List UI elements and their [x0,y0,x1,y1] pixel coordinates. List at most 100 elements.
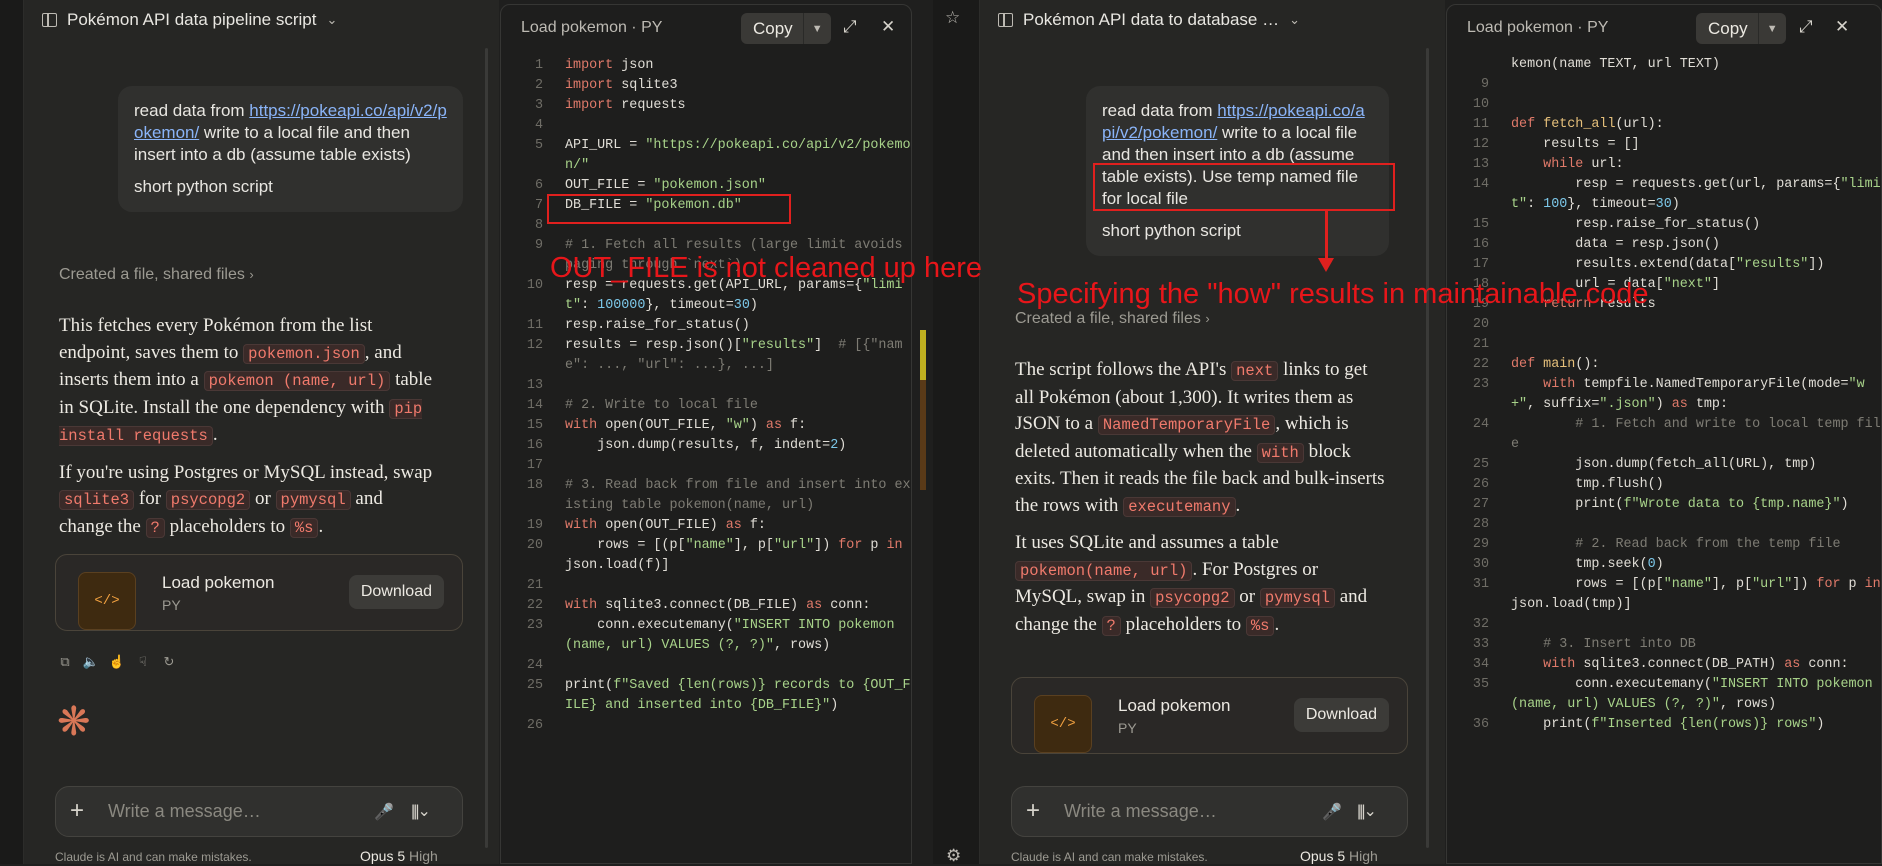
line-number: 27 [1472,497,1489,512]
claude-logo-icon: ❋ [57,700,91,744]
created-files-link[interactable]: Created a file, shared files › [59,266,254,284]
thumbs-down-icon[interactable]: ☟ [136,654,150,669]
line-source: # 3. Insert into DB [1543,637,1696,652]
line-source: print(f"Inserted {len(rows)} rows") [1511,717,1825,732]
line-number: 9 [534,238,543,253]
left-code-panel: Load pokemon · PY Copy ▼ ⤢ ✕ 1 import jso… [500,4,912,864]
line-number: 9 [1480,77,1489,92]
sidebar-toggle-icon[interactable] [42,13,57,27]
code-line: 24 [501,656,911,676]
copy-icon[interactable]: ⧉ [58,654,72,669]
download-button[interactable]: Download [1293,698,1389,732]
chevron-down-icon[interactable]: ⌄ [326,12,337,28]
star-icon[interactable]: ☆ [945,8,960,28]
line-number: 16 [1472,237,1489,252]
line-source: with open(OUT_FILE, "w") as f: [565,418,807,433]
plus-icon[interactable]: + [1026,797,1040,825]
chat-scrollbar[interactable] [1426,48,1429,848]
line-source: import json [565,58,654,73]
line-source: rows = [(p["name"], p["url"]) for p in j… [1511,577,1881,612]
line-number: 18 [526,478,543,493]
code-line: 18 # 3. Read back from file and insert in… [501,476,911,516]
code-line: 14 resp = requests.get(url, params={"lim… [1447,175,1881,215]
chevron-down-icon[interactable]: ▼ [1759,13,1786,44]
code-line: 16 data = resp.json() [1447,235,1881,255]
line-source [1489,515,1881,535]
model-selector[interactable]: Opus 5 High [1300,848,1378,864]
file-card[interactable]: </> Load pokemon PY Download [1011,677,1408,754]
line-number: 23 [1472,377,1489,392]
line-number: 5 [534,138,543,153]
retry-icon[interactable]: ↻ [162,654,176,669]
left-rail [0,0,24,864]
plus-icon[interactable]: + [70,797,84,825]
code-line: 11 resp.raise_for_status() [501,316,911,336]
message-composer[interactable]: + Write a message… 🎤 |||⌄ [55,786,463,837]
thumbs-up-icon[interactable]: ☝ [109,654,125,669]
download-button[interactable]: Download [348,575,444,609]
copy-button-group[interactable]: Copy ▼ [1696,13,1786,44]
code-panel-header: Load pokemon · PY Copy ▼ ⤢ ✕ [501,5,911,51]
copy-button-group[interactable]: Copy ▼ [741,13,831,44]
code-file-icon: </> [78,572,136,630]
settings-icon[interactable]: ⚙ [946,846,961,866]
line-number: 12 [526,338,543,353]
line-number: 23 [526,618,543,633]
message-input[interactable]: Write a message… [108,801,261,822]
message-input[interactable]: Write a message… [1064,801,1217,822]
sidebar-toggle-icon[interactable] [998,13,1013,27]
code-line: 3 import requests [501,96,911,116]
line-source: # 3. Read back from file and insert into… [565,478,911,513]
chevron-right-icon: › [249,267,254,282]
code-line: 21 [1447,335,1881,355]
code-line: 22 def main(): [1447,355,1881,375]
file-type: PY [1118,720,1137,736]
line-number: 13 [1472,157,1489,172]
voice-mode-icon[interactable]: |||⌄ [1357,801,1377,821]
close-icon[interactable]: ✕ [881,17,895,37]
microphone-icon[interactable]: 🎤 [1322,802,1342,822]
response-paragraph: This fetches every Pokémon from the list… [59,315,433,446]
line-source [543,656,911,676]
message-composer[interactable]: + Write a message… 🎤 |||⌄ [1011,786,1408,837]
line-number: 22 [1472,357,1489,372]
line-number: 26 [526,718,543,733]
footer: Claude is AI and can make mistakes. Opus… [55,848,463,864]
microphone-icon[interactable]: 🎤 [374,802,394,822]
line-source [1489,95,1881,115]
line-source: resp.raise_for_status() [565,318,750,333]
copy-button[interactable]: Copy [1696,13,1759,44]
code-line: 5 API_URL = "https://pokeapi.co/api/v2/po… [501,136,911,176]
arrow-head-icon [1318,258,1334,272]
speaker-icon[interactable]: 🔈 [83,654,99,669]
model-selector[interactable]: Opus 5 High [360,848,438,864]
line-source: with sqlite3.connect(DB_PATH) as conn: [1543,657,1849,672]
chat-scrollbar[interactable] [485,48,488,848]
line-source: results.extend(data["results"]) [1511,257,1825,272]
chat-title-bar[interactable]: Pokémon API data pipeline script ⌄ [42,10,337,30]
copy-button[interactable]: Copy [741,13,804,44]
chevron-down-icon[interactable]: ▼ [804,13,831,44]
line-number: 6 [534,178,543,193]
voice-mode-icon[interactable]: |||⌄ [411,801,431,821]
expand-icon[interactable]: ⤢ [843,17,857,37]
close-icon[interactable]: ✕ [1835,17,1849,37]
expand-icon[interactable]: ⤢ [1799,17,1813,37]
line-source: tmp.flush() [1511,477,1664,492]
message-actions: ⧉ 🔈 ☝ ☟ ↻ [58,654,176,669]
line-number: 20 [526,538,543,553]
line-source: resp.raise_for_status() [1511,217,1761,232]
code-line: 24 # 1. Fetch and write to local temp fi… [1447,415,1881,455]
created-files-link[interactable]: Created a file, shared files › [1015,310,1210,328]
line-number: 24 [526,658,543,673]
line-number: 15 [526,418,543,433]
line-source: rows = [(p["name"], p["url"]) for p in j… [565,538,911,573]
assistant-response: The script follows the API's next links … [1015,357,1385,649]
minimap-stripe [920,330,926,380]
line-number: 17 [526,458,543,473]
chevron-down-icon[interactable]: ⌄ [1289,12,1300,28]
chat-title-bar[interactable]: Pokémon API data to database … ⌄ [998,10,1300,30]
code-line: 6 OUT_FILE = "pokemon.json" [501,176,911,196]
file-card[interactable]: </> Load pokemon PY Download [55,554,463,631]
file-name: Load pokemon [1118,696,1231,715]
